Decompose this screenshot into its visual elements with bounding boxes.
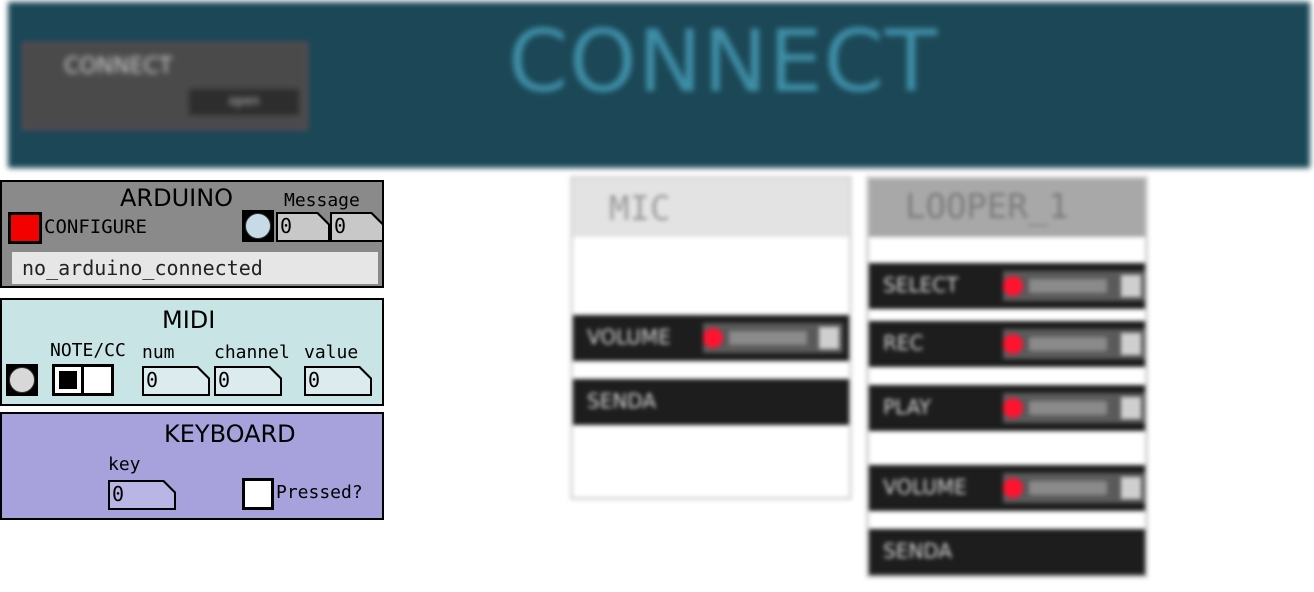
keyboard-panel: KEYBOARD key 0 Pressed? [0, 412, 384, 520]
configure-toggle[interactable] [8, 212, 42, 244]
banner-title: CONNECT [508, 12, 939, 112]
connect-banner: CONNECT CONNECT open [8, 2, 1310, 168]
mic-senda-row[interactable]: SENDA [573, 379, 849, 425]
looper-rec-slider[interactable] [1003, 329, 1145, 359]
mic-strip-title: MIC [609, 189, 671, 229]
mic-volume-row: VOLUME [573, 315, 849, 361]
looper-play-row: PLAY [869, 385, 1145, 431]
mic-volume-slider[interactable] [703, 323, 843, 353]
pressed-label: Pressed? [276, 482, 363, 503]
keyboard-title: KEYBOARD [164, 420, 296, 448]
arduino-title: ARDUINO [120, 184, 234, 212]
open-button[interactable]: open [189, 89, 299, 115]
mic-strip-header: MIC [573, 179, 849, 237]
message-bang-button[interactable] [242, 210, 274, 242]
message-label: Message [284, 190, 360, 211]
mic-strip: MIC VOLUME SENDA [570, 176, 852, 500]
looper-play-slider[interactable] [1003, 393, 1145, 423]
looper-select-label: SELECT [883, 273, 959, 297]
looper-senda-row[interactable]: SENDA [869, 529, 1145, 575]
looper-volume-label: VOLUME [883, 475, 967, 499]
looper-strip: LOOPER_1 SELECT REC PLAY VOLUME SENDA [866, 176, 1148, 578]
channel-number-box[interactable]: 0 [214, 366, 282, 396]
mic-senda-label: SENDA [587, 389, 657, 413]
looper-select-slider[interactable] [1003, 271, 1145, 301]
connect-box-label: CONNECT [64, 54, 173, 79]
looper-strip-header: LOOPER_1 [869, 179, 1145, 237]
midi-title: MIDI [162, 306, 216, 334]
looper-play-label: PLAY [883, 395, 932, 419]
note-cc-switch[interactable] [52, 364, 114, 396]
message-number-box-1[interactable]: 0 [276, 212, 330, 242]
mic-volume-label: VOLUME [587, 325, 671, 349]
looper-select-row: SELECT [869, 263, 1145, 309]
key-label: key [108, 454, 141, 475]
midi-bang-button[interactable] [6, 364, 38, 396]
value-number-box[interactable]: 0 [304, 366, 372, 396]
note-cc-label: NOTE/CC [50, 340, 126, 361]
key-number-box[interactable]: 0 [108, 480, 176, 510]
arduino-panel: ARDUINO Message CONFIGURE 0 0 no_arduino… [0, 180, 384, 288]
connect-box: CONNECT open [22, 42, 308, 130]
looper-rec-label: REC [883, 331, 924, 355]
midi-panel: MIDI NOTE/CC num channel value 0 0 0 [0, 298, 384, 406]
pressed-toggle[interactable] [242, 478, 274, 510]
value-label: value [304, 342, 359, 363]
looper-strip-title: LOOPER_1 [905, 187, 1069, 227]
configure-label: CONFIGURE [44, 216, 147, 238]
message-number-box-2[interactable]: 0 [330, 212, 384, 242]
num-label: num [142, 342, 175, 363]
num-number-box[interactable]: 0 [142, 366, 210, 396]
looper-volume-row: VOLUME [869, 465, 1145, 511]
channel-label: channel [214, 342, 290, 363]
looper-rec-row: REC [869, 321, 1145, 367]
looper-volume-slider[interactable] [1003, 473, 1145, 503]
looper-senda-label: SENDA [883, 539, 953, 563]
arduino-status-field: no_arduino_connected [12, 252, 378, 284]
